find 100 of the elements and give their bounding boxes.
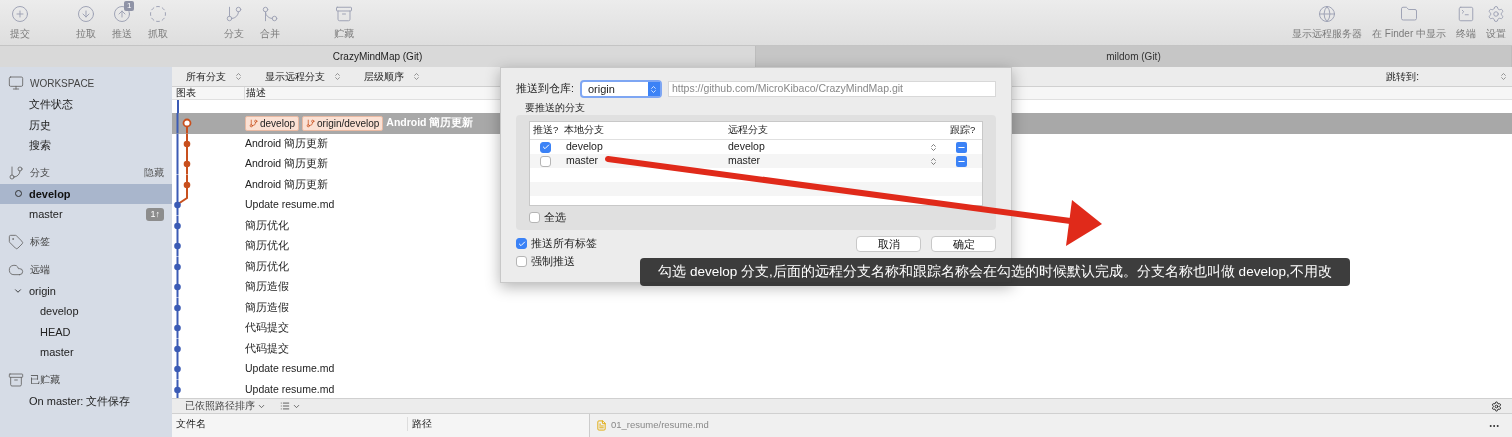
box-icon bbox=[335, 4, 353, 23]
remote-branch-select[interactable]: master bbox=[726, 153, 938, 169]
item-label: 搜索 bbox=[29, 138, 52, 153]
field-label: 推送到仓库: bbox=[516, 81, 574, 97]
toolbar-button[interactable]: 拉取 bbox=[68, 4, 104, 41]
dialog-button[interactable]: 取消 bbox=[856, 235, 921, 252]
sidebar-item[interactable]: HEAD bbox=[0, 321, 172, 342]
commit-graph-node bbox=[174, 174, 192, 195]
branch-icon bbox=[8, 164, 24, 181]
stepper-icon bbox=[412, 72, 421, 81]
commit-message[interactable]: 簡历优化 bbox=[245, 238, 289, 255]
count-badge: 1↑ bbox=[146, 207, 164, 221]
commit-message[interactable]: Android 簡历更新 bbox=[245, 176, 329, 193]
stepper-icon bbox=[1499, 72, 1508, 81]
column-header[interactable]: 本地分支 bbox=[562, 123, 726, 138]
toolbar-button[interactable]: 提交 bbox=[2, 4, 38, 41]
commit-message[interactable]: 代码提交 bbox=[245, 320, 289, 337]
column-header[interactable]: 远程分支 bbox=[726, 123, 948, 138]
toolbar-button[interactable]: 显示远程服务器 bbox=[1288, 4, 1367, 41]
sidebar-item[interactable]: 搜索 bbox=[0, 135, 172, 156]
commit-message[interactable]: Android 簡历更新 bbox=[245, 135, 329, 152]
hide-button[interactable]: 隐藏 bbox=[144, 165, 164, 180]
column-header[interactable]: 文件名 bbox=[172, 417, 408, 432]
jump-dropdown[interactable]: 跳转到: bbox=[1386, 69, 1508, 84]
commit-message[interactable]: Update resume.md bbox=[245, 381, 335, 398]
toolbar-button[interactable]: 抓取 bbox=[140, 4, 176, 41]
checkbox[interactable] bbox=[540, 155, 551, 167]
sidebar-item[interactable]: develop bbox=[0, 301, 172, 322]
local-branch: master bbox=[565, 153, 600, 169]
filter-dropdown[interactable]: 所有分支 bbox=[186, 69, 243, 84]
stepper-icon bbox=[649, 84, 659, 94]
track-toggle[interactable] bbox=[956, 155, 967, 167]
tag-icon bbox=[8, 233, 24, 250]
sort-dropdown[interactable]: 已依照路径排序 bbox=[185, 398, 266, 414]
checkbox-label: 全选 bbox=[544, 210, 566, 225]
repository-tab[interactable]: CrazyMindMap (Git) bbox=[0, 46, 756, 67]
file-icon bbox=[596, 420, 607, 431]
list-icon bbox=[280, 401, 290, 411]
toolbar-button[interactable]: 终端 bbox=[1452, 4, 1480, 41]
commit-message[interactable]: 簡历造假 bbox=[245, 299, 289, 316]
remote-select[interactable]: origin bbox=[579, 80, 662, 98]
file-path: 01_resume/resume.md bbox=[611, 418, 709, 433]
checkbox[interactable] bbox=[516, 255, 527, 267]
commit-message[interactable]: Update resume.md bbox=[245, 361, 335, 378]
terminal-icon bbox=[1457, 4, 1475, 23]
commit-message[interactable]: 簡历造假 bbox=[245, 279, 289, 296]
sidebar-item[interactable]: origin bbox=[0, 280, 172, 301]
merge-icon bbox=[261, 4, 279, 23]
track-toggle[interactable] bbox=[956, 141, 967, 153]
section-title: WORKSPACE bbox=[30, 76, 96, 91]
item-label: develop bbox=[29, 186, 72, 202]
branch-icon bbox=[249, 118, 258, 128]
checkbox[interactable] bbox=[516, 238, 527, 250]
commit-message[interactable]: 代码提交 bbox=[245, 340, 289, 357]
branch-tag: develop bbox=[245, 115, 300, 131]
stepper-icon bbox=[234, 72, 243, 81]
box-icon bbox=[8, 371, 24, 388]
toolbar-button[interactable]: 分支 bbox=[216, 4, 252, 41]
remote-branch-select[interactable]: develop bbox=[726, 139, 938, 155]
toolbar-button[interactable]: 设置 bbox=[1482, 4, 1510, 41]
plus-circle-icon bbox=[11, 4, 29, 23]
sidebar-item[interactable]: On master: 文件保存 bbox=[0, 390, 172, 411]
dialog-button[interactable]: 确定 bbox=[931, 235, 996, 252]
sidebar-item[interactable]: develop bbox=[0, 183, 172, 204]
checkbox[interactable] bbox=[540, 141, 551, 153]
toolbar-button[interactable]: 合并 bbox=[252, 4, 288, 41]
checkbox-label: 推送所有标签 bbox=[531, 235, 597, 251]
settings-icon[interactable] bbox=[1491, 400, 1502, 412]
repository-tab[interactable]: mildom (Git) bbox=[756, 46, 1512, 67]
branch-icon bbox=[225, 4, 243, 23]
filter-dropdown[interactable]: 层级顺序 bbox=[364, 69, 421, 84]
sidebar-item[interactable]: master 1↑ bbox=[0, 204, 172, 225]
commit-message[interactable]: Android 簡历更新 bbox=[245, 156, 329, 173]
commit-graph-node bbox=[174, 133, 192, 154]
checkbox[interactable] bbox=[529, 212, 540, 224]
item-label: On master: 文件保存 bbox=[29, 393, 132, 409]
section-title: 已贮藏 bbox=[30, 373, 61, 387]
item-label: 文件状态 bbox=[29, 97, 74, 112]
url-field: https://github.com/MicroKibaco/CrazyMindMap.git bbox=[667, 81, 996, 97]
branch-tag: origin/develop bbox=[302, 115, 384, 131]
sidebar-item[interactable]: 文件状态 bbox=[0, 94, 172, 115]
commit-message[interactable]: 簡历优化 bbox=[245, 217, 289, 234]
toolbar-button[interactable]: 在 Finder 中显示 bbox=[1368, 4, 1450, 41]
local-branch: develop bbox=[565, 139, 604, 155]
column-header[interactable]: 跟踪? bbox=[948, 123, 976, 138]
item-label: origin bbox=[29, 283, 57, 299]
column-header[interactable]: 描述 bbox=[245, 87, 266, 99]
toolbar-button[interactable]: 贮藏 bbox=[326, 4, 362, 41]
column-header[interactable]: 推送? bbox=[530, 123, 562, 138]
column-header[interactable]: 路径 bbox=[408, 417, 432, 432]
sidebar-item[interactable]: 历史 bbox=[0, 114, 172, 135]
commit-graph-node bbox=[174, 113, 192, 134]
checkbox-label: 强制推送 bbox=[531, 253, 575, 269]
column-header[interactable]: 图表 bbox=[172, 87, 245, 99]
commit-message[interactable]: Update resume.md bbox=[245, 197, 335, 214]
filter-dropdown[interactable]: 显示远程分支 bbox=[265, 69, 342, 84]
commit-message[interactable]: 簡历优化 bbox=[245, 258, 289, 275]
globe-icon bbox=[1318, 4, 1337, 23]
sidebar-item[interactable]: master bbox=[0, 342, 172, 363]
view-mode-button[interactable] bbox=[280, 401, 301, 411]
